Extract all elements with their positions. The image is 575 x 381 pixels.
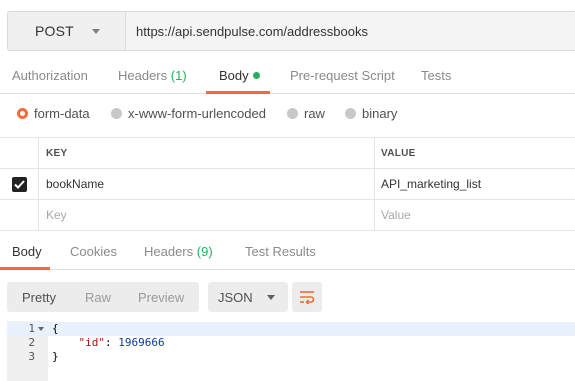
response-body-editor[interactable]: 1 { 2 "id": 1969666 3 } — [7, 321, 575, 381]
radio-label: raw — [304, 105, 325, 121]
radio-selected-icon — [17, 107, 28, 119]
checkmark-icon — [11, 176, 27, 192]
code-line: 3 } — [7, 350, 575, 364]
radio-icon — [345, 107, 356, 119]
radio-icon — [111, 107, 122, 119]
line-number: 1 — [28, 322, 35, 335]
column-header-key: KEY — [39, 138, 375, 168]
response-toolbar: Pretty Raw Preview JSON — [7, 282, 575, 312]
method-label: POST — [35, 23, 74, 39]
url-text: https://api.sendpulse.com/addressbooks — [136, 23, 368, 39]
tab-response-headers[interactable]: Headers (9) — [144, 236, 213, 270]
column-header-value: VALUE — [381, 147, 416, 159]
table-row-new: Key Value — [0, 200, 575, 231]
line-number: 3 — [28, 350, 35, 363]
radio-raw[interactable]: raw — [287, 102, 325, 124]
tab-label: Body — [12, 244, 42, 259]
radio-x-www-form-urlencoded[interactable]: x-www-form-urlencoded — [111, 102, 266, 124]
radio-label: x-www-form-urlencoded — [128, 105, 266, 121]
tab-label: Headers — [144, 244, 194, 259]
tab-label: Tests — [421, 68, 452, 83]
tab-label: Pre-request Script — [290, 68, 395, 83]
view-mode-group: Pretty Raw Preview — [7, 282, 199, 312]
active-tab-indicator — [206, 91, 270, 94]
mode-pretty-button[interactable]: Pretty — [22, 290, 56, 305]
code-text: } — [52, 350, 59, 363]
json-colon: : — [105, 336, 119, 349]
line-number: 2 — [28, 336, 35, 349]
empty-checkbox-cell — [0, 200, 39, 230]
code-line: 1 { — [7, 322, 575, 336]
row-enabled-checkbox[interactable] — [0, 169, 39, 199]
tab-label: Cookies — [70, 244, 117, 259]
tab-label: Test Results — [245, 244, 316, 259]
tab-headers[interactable]: Headers (1) — [118, 60, 187, 94]
modified-dot-icon — [252, 72, 260, 80]
tab-test-results[interactable]: Test Results — [245, 236, 316, 270]
code-text: { — [52, 322, 59, 335]
radio-icon — [287, 107, 298, 119]
chevron-down-icon — [266, 295, 275, 300]
table-header: KEY VALUE — [0, 138, 575, 169]
tab-label: Headers — [118, 68, 168, 83]
code-line: 2 "id": 1969666 — [7, 336, 575, 350]
tab-pre-request-script[interactable]: Pre-request Script — [290, 60, 395, 94]
new-value-field[interactable]: Value — [375, 200, 575, 230]
response-tabs: Body Cookies Headers (9) Test Results — [0, 236, 575, 270]
key-field[interactable]: bookName — [39, 169, 375, 199]
tab-tests[interactable]: Tests — [421, 60, 451, 94]
radio-label: binary — [362, 105, 398, 121]
wrap-lines-button[interactable] — [292, 282, 322, 312]
chevron-down-icon — [91, 29, 100, 34]
value-field[interactable]: API_marketing_list — [375, 169, 575, 199]
json-number-value: 1969666 — [118, 336, 165, 349]
tab-body[interactable]: Body — [219, 60, 260, 94]
method-dropdown[interactable]: POST — [8, 12, 126, 50]
checkbox-column-header — [0, 138, 39, 168]
url-input[interactable]: https://api.sendpulse.com/addressbooks — [126, 12, 575, 50]
tab-response-body[interactable]: Body — [12, 236, 42, 270]
tab-authorization[interactable]: Authorization — [12, 60, 88, 94]
mode-raw-button[interactable]: Raw — [85, 290, 111, 305]
radio-label: form-data — [34, 105, 90, 121]
radio-binary[interactable]: binary — [345, 102, 397, 124]
table-row: bookName API_marketing_list — [0, 169, 575, 200]
headers-count: (9) — [196, 244, 213, 259]
fold-toggle-icon[interactable] — [38, 327, 44, 331]
form-data-table: KEY VALUE bookName API_marketing_list Ke… — [0, 137, 575, 231]
request-bar: POST https://api.sendpulse.com/addressbo… — [7, 11, 575, 51]
tab-label: Body — [219, 68, 249, 83]
mode-preview-button[interactable]: Preview — [138, 290, 184, 305]
radio-form-data[interactable]: form-data — [17, 102, 90, 124]
headers-count: (1) — [170, 68, 187, 83]
wrap-lines-icon — [300, 291, 315, 304]
new-key-field[interactable]: Key — [39, 200, 375, 230]
json-key: "id" — [78, 336, 106, 349]
body-type-selector: form-data x-www-form-urlencoded raw bina… — [0, 102, 575, 124]
active-tab-indicator — [0, 267, 50, 270]
request-tabs: Authorization Headers (1) Body Pre-reque… — [0, 60, 575, 94]
format-dropdown[interactable]: JSON — [208, 282, 288, 312]
tab-cookies[interactable]: Cookies — [70, 236, 117, 270]
tab-label: Authorization — [12, 68, 88, 83]
format-label: JSON — [218, 289, 253, 305]
code-text: "id": 1969666 — [52, 336, 165, 350]
